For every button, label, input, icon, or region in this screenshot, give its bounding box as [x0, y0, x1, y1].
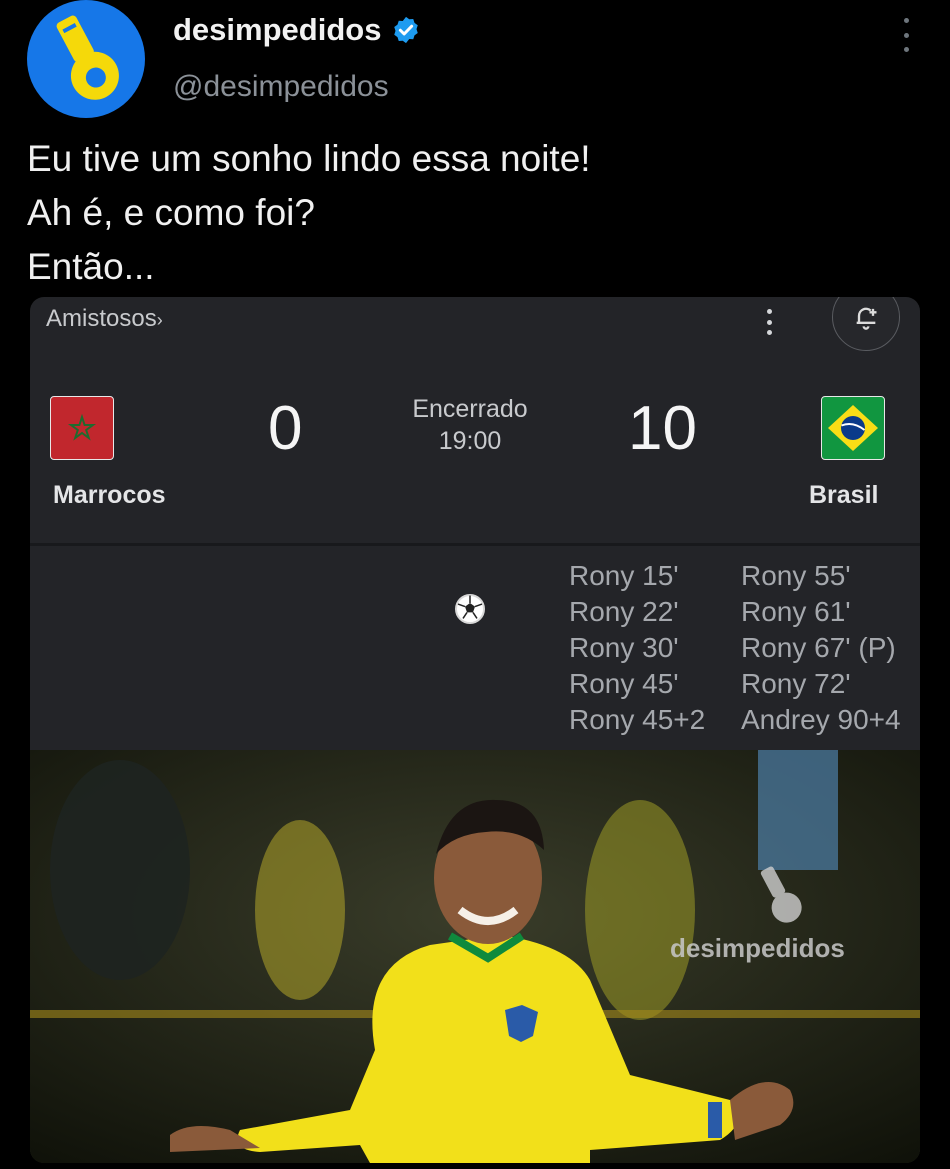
competition-link[interactable]: Amistosos› — [46, 305, 163, 333]
account-handle[interactable]: @desimpedidos — [173, 70, 389, 104]
scorer-entry: Rony 15' — [569, 560, 679, 591]
match-status: Encerrado 19:00 — [370, 393, 570, 457]
chevron-right-icon: › — [156, 310, 163, 330]
status-text: Encerrado — [412, 395, 528, 423]
scorer-entry: Rony 61' — [741, 596, 851, 627]
scorer-entry: Rony 72' — [741, 668, 851, 699]
away-score: 10 — [628, 394, 697, 463]
verified-badge-icon — [394, 16, 419, 44]
goal-scorers-left: Rony 15' Rony 22' Rony 30' Rony 45' Rony… — [569, 558, 705, 738]
scorer-entry: Rony 30' — [569, 632, 679, 663]
brazil-flag-icon[interactable] — [821, 396, 885, 460]
tweet-line: Eu tive um sonho lindo essa noite! — [27, 138, 591, 179]
goal-scorers-right: Rony 55' Rony 61' Rony 67' (P) Rony 72' … — [741, 558, 901, 738]
scorer-entry: Rony 55' — [741, 560, 851, 591]
scorer-entry: Rony 67' (P) — [741, 632, 896, 663]
bell-add-icon — [856, 307, 877, 330]
soccer-ball-icon — [455, 594, 485, 624]
away-team-name[interactable]: Brasil — [809, 481, 878, 510]
card-more-icon[interactable] — [764, 309, 774, 335]
more-options-icon[interactable] — [896, 18, 916, 52]
tweet-line: Ah é, e como foi? — [27, 192, 315, 233]
player-photo[interactable]: desimpedidos — [30, 750, 920, 1163]
scorer-entry: Rony 45' — [569, 668, 679, 699]
morocco-flag-icon[interactable] — [50, 396, 114, 460]
display-name-text: desimpedidos — [173, 12, 382, 47]
scorer-entry: Andrey 90+4 — [741, 704, 901, 735]
avatar[interactable] — [27, 0, 145, 118]
notification-bell-button[interactable] — [832, 297, 900, 351]
whistle-icon — [760, 866, 802, 923]
match-card[interactable]: Amistosos› Marrocos 0 Encerrado 19:00 10… — [30, 297, 920, 1163]
match-time: 19:00 — [438, 427, 502, 455]
tweet-line: Então... — [27, 246, 155, 287]
home-team-name[interactable]: Marrocos — [53, 481, 166, 510]
home-score: 0 — [268, 394, 303, 463]
scorer-entry: Rony 22' — [569, 596, 679, 627]
watermark: desimpedidos — [670, 933, 845, 963]
tweet-text: Eu tive um sonho lindo essa noite! Ah é,… — [27, 132, 591, 294]
scorer-entry: Rony 45+2 — [569, 704, 706, 735]
display-name[interactable]: desimpedidos — [173, 12, 421, 48]
whistle-icon — [56, 15, 119, 100]
competition-label: Amistosos — [46, 305, 157, 332]
divider — [30, 543, 920, 546]
